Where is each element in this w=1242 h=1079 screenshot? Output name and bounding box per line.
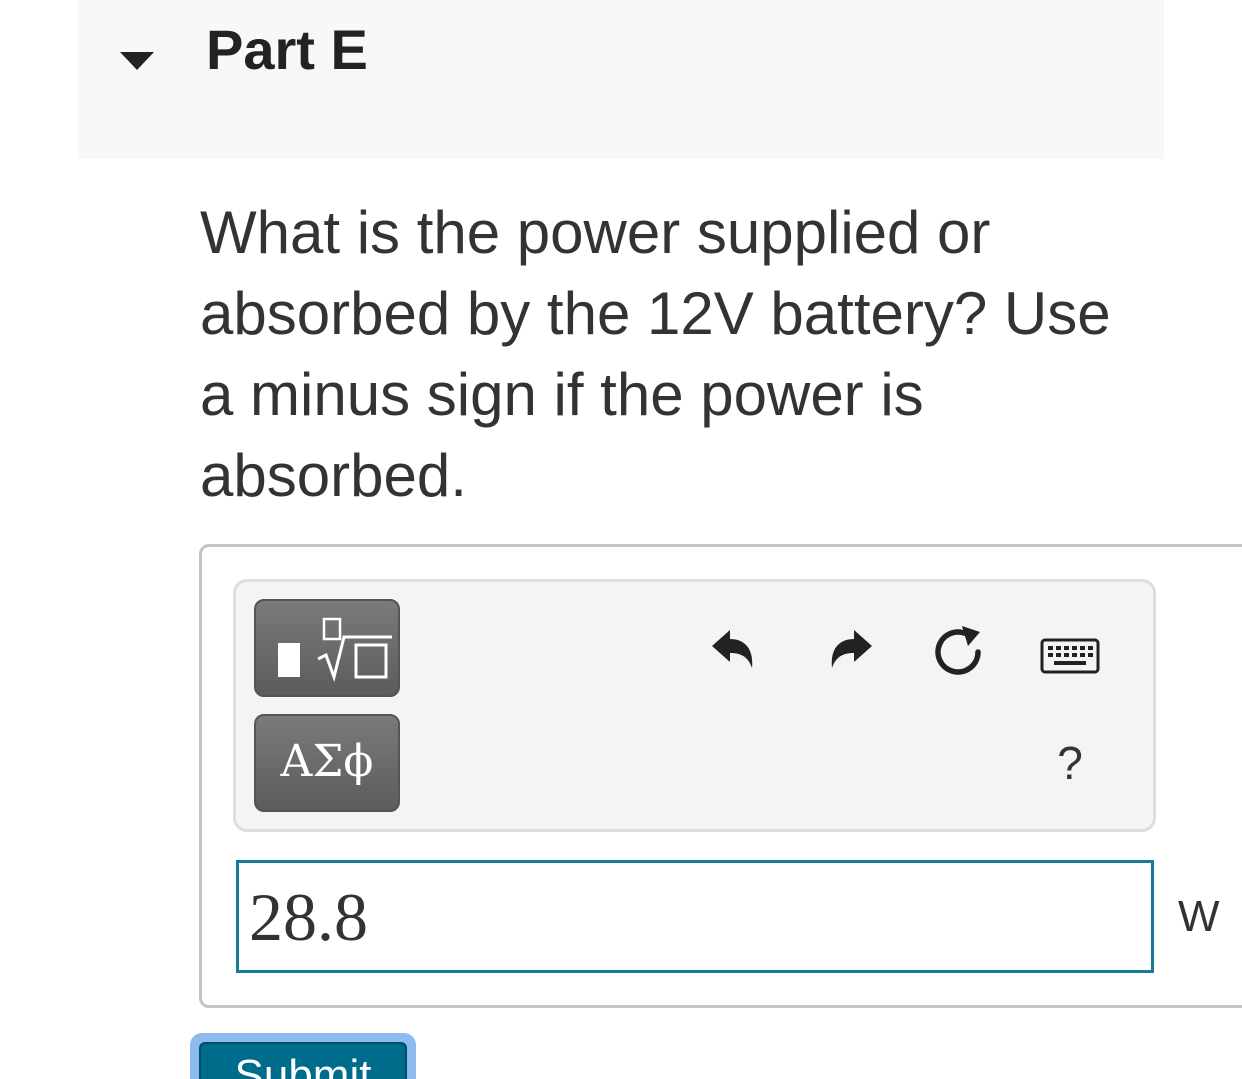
reset-icon[interactable] (930, 622, 986, 678)
question-text: What is the power supplied or absorbed b… (200, 199, 1111, 509)
part-title: Part E (206, 18, 368, 81)
undo-icon[interactable] (708, 624, 758, 674)
redo-icon[interactable] (826, 624, 876, 674)
page: Part E What is the power supplied or abs… (0, 0, 1242, 1079)
submit-focus-ring: Submit (190, 1033, 416, 1079)
help-button[interactable]: ? (1050, 735, 1090, 791)
unit-label: W (1178, 892, 1220, 941)
templates-button[interactable] (254, 599, 400, 697)
templates-sqrt-icon (278, 617, 392, 683)
keyboard-icon[interactable] (1040, 638, 1100, 674)
submit-button[interactable]: Submit (199, 1042, 407, 1079)
symbols-button[interactable]: ΑΣϕ (254, 714, 400, 812)
caret-down-icon[interactable] (118, 40, 158, 80)
answer-input[interactable]: 28.8 (236, 860, 1154, 973)
symbols-label: ΑΣϕ (280, 736, 374, 787)
part-header: Part E (78, 0, 1164, 159)
